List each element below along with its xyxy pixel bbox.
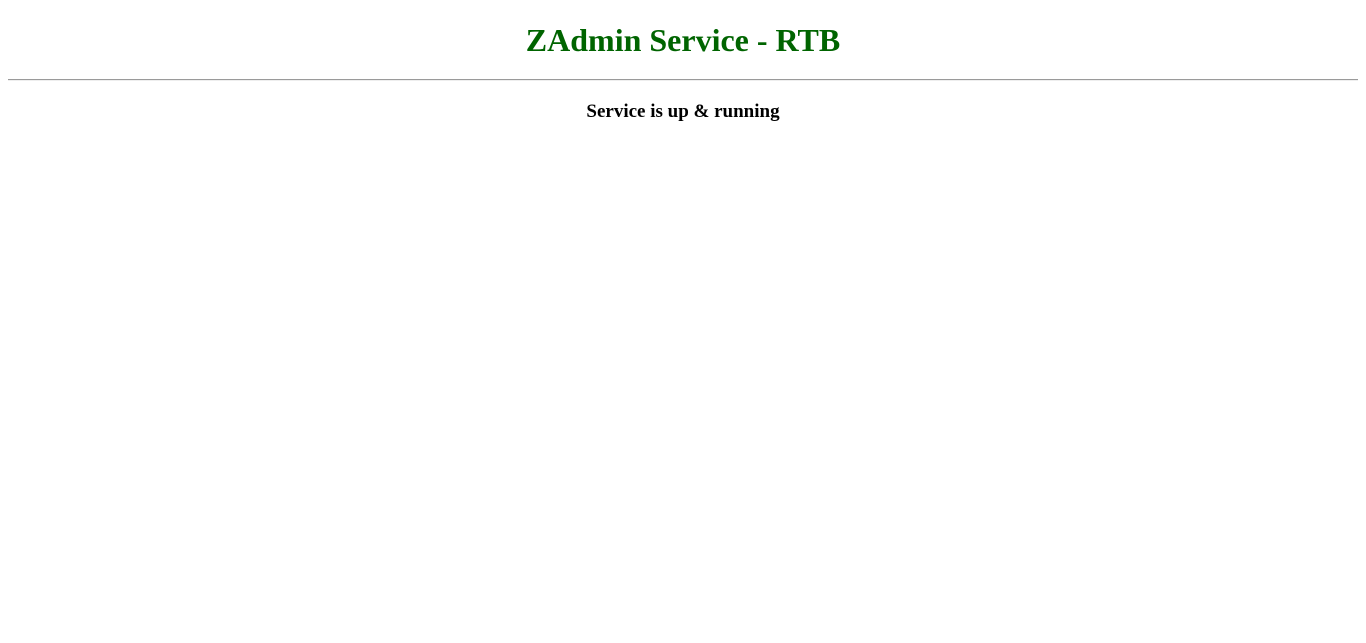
service-status-message: Service is up & running xyxy=(586,101,780,122)
header-divider xyxy=(8,79,1358,81)
page: ZAdmin Service - RTB Service is up & run… xyxy=(0,0,1366,643)
page-title: ZAdmin Service - RTB xyxy=(525,22,841,58)
